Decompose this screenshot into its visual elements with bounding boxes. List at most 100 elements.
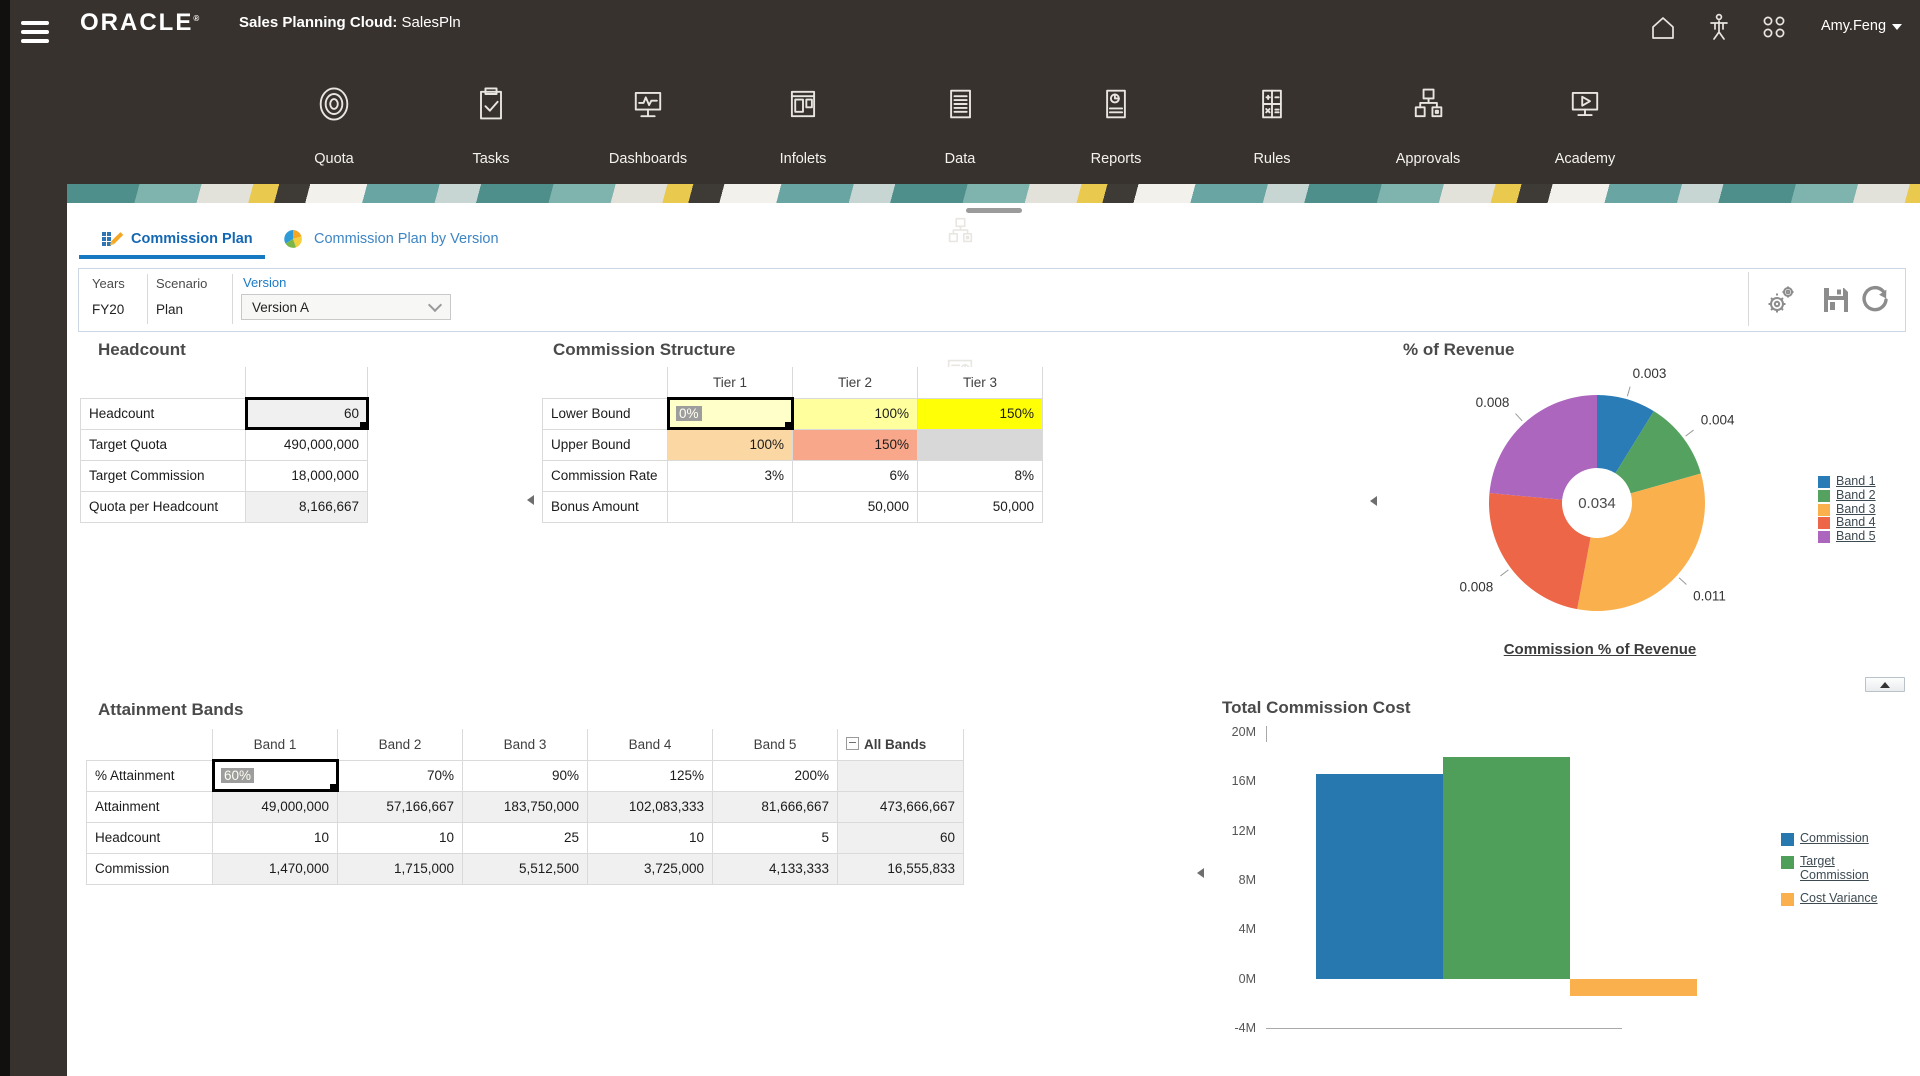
legend-item-cost-variance[interactable]: Cost Variance: [1781, 892, 1881, 906]
refresh-icon[interactable]: [1860, 285, 1890, 315]
selected-cell-editing[interactable]: 60%: [213, 760, 338, 791]
nav-item-academy[interactable]: Academy: [1510, 84, 1660, 167]
pov-years-value[interactable]: FY20: [92, 302, 124, 317]
grid-cell[interactable]: 70%: [338, 760, 463, 791]
tab-commission-plan[interactable]: Commission Plan: [131, 231, 253, 247]
grid-cell[interactable]: 150%: [793, 429, 918, 460]
grid-cell[interactable]: 100%: [668, 429, 793, 460]
accessibility-icon[interactable]: [1706, 12, 1732, 42]
grid-cell[interactable]: 10: [588, 822, 713, 853]
version-select[interactable]: Version A: [241, 294, 451, 320]
row-header[interactable]: Quota per Headcount: [81, 491, 246, 522]
grid-cell[interactable]: 5: [713, 822, 838, 853]
legend-item-band-2[interactable]: Band 2: [1818, 489, 1876, 503]
panel-splitter-collapse-icon[interactable]: [527, 495, 534, 505]
grid-cell[interactable]: 183,750,000: [463, 791, 588, 822]
bar-commission[interactable]: [1316, 774, 1443, 978]
selection-handle[interactable]: [330, 784, 338, 792]
grid-cell[interactable]: 8,166,667: [246, 491, 368, 522]
grid-cell[interactable]: 10: [213, 822, 338, 853]
tab-commission-plan-by-version[interactable]: Commission Plan by Version: [314, 231, 499, 247]
row-header[interactable]: Bonus Amount: [543, 491, 668, 522]
selection-handle[interactable]: [360, 422, 368, 430]
grid-cell[interactable]: 4,133,333: [713, 853, 838, 884]
bar-target-commission[interactable]: [1443, 757, 1570, 979]
legend-item-band-3[interactable]: Band 3: [1818, 503, 1876, 517]
bar-cost-variance[interactable]: [1570, 979, 1697, 997]
grid-cell[interactable]: 16,555,833: [838, 853, 964, 884]
row-header[interactable]: Commission Rate: [543, 460, 668, 491]
legend-item-commission[interactable]: Commission: [1781, 832, 1881, 846]
grid-cell[interactable]: 50,000: [918, 491, 1043, 522]
row-header[interactable]: % Attainment: [87, 760, 213, 791]
grid-cell[interactable]: 473,666,667: [838, 791, 964, 822]
grid-cell[interactable]: 150%: [918, 398, 1043, 429]
hamburger-menu-icon[interactable]: [21, 16, 49, 48]
grid-cell[interactable]: [668, 491, 793, 522]
grid-cell[interactable]: 90%: [463, 760, 588, 791]
pov-version-label[interactable]: Version: [243, 275, 286, 290]
legend-item-target-commission[interactable]: Target Commission: [1781, 855, 1881, 883]
legend-item-band-5[interactable]: Band 5: [1818, 530, 1876, 544]
nav-item-rules[interactable]: Rules: [1197, 84, 1347, 167]
legend-item-band-4[interactable]: Band 4: [1818, 516, 1876, 530]
nav-item-quota[interactable]: Quota: [259, 84, 409, 167]
org-chart-icon[interactable]: [943, 214, 977, 248]
selected-cell-editing[interactable]: 0%: [668, 398, 793, 429]
save-icon[interactable]: [1821, 285, 1851, 315]
row-header[interactable]: Commission: [87, 853, 213, 884]
grid-cell[interactable]: 490,000,000: [246, 429, 368, 460]
grid-cell[interactable]: 125%: [588, 760, 713, 791]
apps-grid-icon[interactable]: [1761, 14, 1787, 40]
row-header[interactable]: Target Commission: [81, 460, 246, 491]
row-header[interactable]: Headcount: [81, 398, 246, 429]
grid-cell[interactable]: 50,000: [793, 491, 918, 522]
splitter-grip-icon[interactable]: [966, 208, 1022, 213]
row-header[interactable]: Attainment: [87, 791, 213, 822]
nav-item-approvals[interactable]: Approvals: [1353, 84, 1503, 167]
nav-item-data[interactable]: Data: [885, 84, 1035, 167]
grid-cell[interactable]: 1,715,000: [338, 853, 463, 884]
home-icon[interactable]: [1649, 14, 1677, 42]
row-header[interactable]: Lower Bound: [543, 398, 668, 429]
grid-cell[interactable]: 1,470,000: [213, 853, 338, 884]
settings-gears-icon[interactable]: [1763, 282, 1799, 318]
splitter-collapse-up-button[interactable]: [1865, 677, 1905, 692]
nav-item-reports[interactable]: Reports: [1041, 84, 1191, 167]
selection-handle[interactable]: [785, 422, 793, 430]
grid-cell[interactable]: 10: [338, 822, 463, 853]
grid-cell[interactable]: 3,725,000: [588, 853, 713, 884]
pie-slice-band-4[interactable]: [1489, 493, 1591, 609]
grid-cell[interactable]: 5,512,500: [463, 853, 588, 884]
grid-cell[interactable]: 81,666,667: [713, 791, 838, 822]
pov-scenario-value[interactable]: Plan: [156, 302, 183, 317]
legend-item-band-1[interactable]: Band 1: [1818, 475, 1876, 489]
grid-cell[interactable]: 60: [838, 822, 964, 853]
row-header[interactable]: Upper Bound: [543, 429, 668, 460]
grid-cell[interactable]: [918, 429, 1043, 460]
commission-pct-revenue-link[interactable]: Commission % of Revenue: [1430, 641, 1770, 658]
grid-cell[interactable]: 57,166,667: [338, 791, 463, 822]
selected-cell[interactable]: 60: [246, 398, 368, 429]
pie-slice-band-5[interactable]: [1489, 395, 1597, 500]
panel-splitter-collapse-icon[interactable]: [1197, 868, 1204, 878]
user-menu[interactable]: Amy.Feng: [1821, 18, 1902, 34]
grid-cell[interactable]: 3%: [668, 460, 793, 491]
panel-splitter-collapse-icon[interactable]: [1370, 496, 1377, 506]
nav-item-tasks[interactable]: Tasks: [416, 84, 566, 167]
grid-cell[interactable]: 25: [463, 822, 588, 853]
row-header[interactable]: Headcount: [87, 822, 213, 853]
nav-item-infolets[interactable]: Infolets: [728, 84, 878, 167]
grid-cell[interactable]: 6%: [793, 460, 918, 491]
nav-item-dashboards[interactable]: Dashboards: [573, 84, 723, 167]
grid-cell[interactable]: 200%: [713, 760, 838, 791]
collapse-minus-icon[interactable]: [846, 737, 859, 750]
grid-cell[interactable]: 49,000,000: [213, 791, 338, 822]
grid-cell[interactable]: [838, 760, 964, 791]
grid-cell[interactable]: 8%: [918, 460, 1043, 491]
grid-cell[interactable]: 18,000,000: [246, 460, 368, 491]
grid-cell[interactable]: 102,083,333: [588, 791, 713, 822]
row-header[interactable]: Target Quota: [81, 429, 246, 460]
column-header-all-bands[interactable]: All Bands: [838, 729, 964, 760]
grid-cell[interactable]: 100%: [793, 398, 918, 429]
